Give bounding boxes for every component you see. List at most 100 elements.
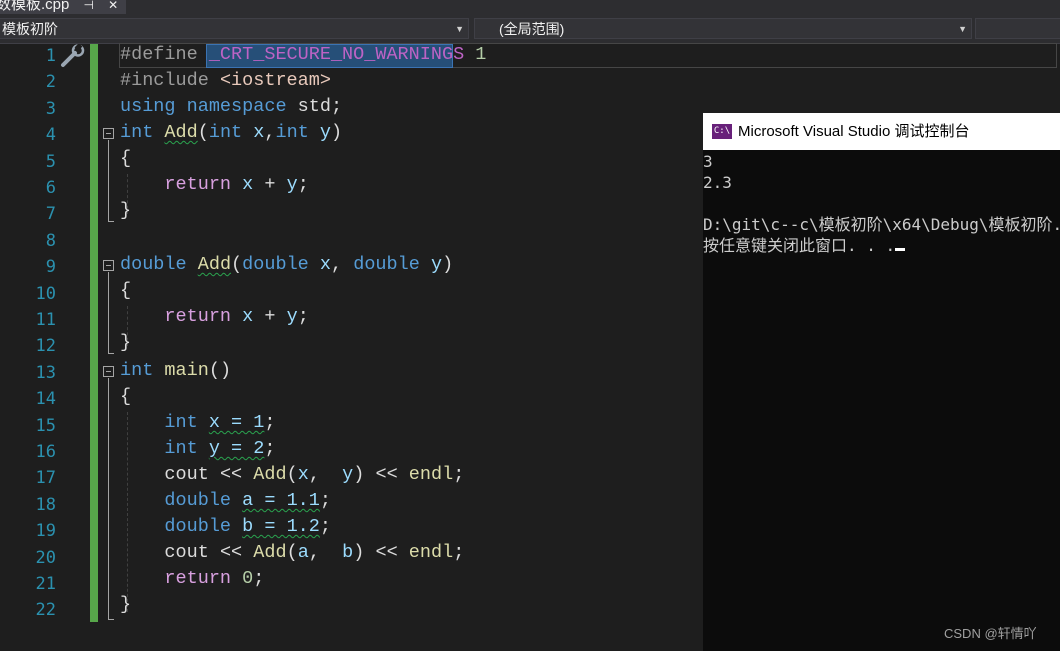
identifier: std — [297, 96, 331, 117]
document-tab-bar: 数模板.cpp ⊣ ✕ — [0, 0, 1060, 14]
code-line-1[interactable]: #define _CRT_SECURE_NO_WARNINGS 1 — [120, 42, 486, 68]
members-dropdown[interactable] — [975, 18, 1060, 39]
keyword: return — [164, 174, 232, 195]
code-line-7[interactable]: } — [120, 198, 131, 224]
number-literal: 0 — [242, 568, 254, 589]
keyword: return — [164, 306, 232, 327]
close-tab-icon[interactable]: ✕ — [108, 0, 118, 12]
line-number: 4 — [45, 125, 56, 146]
line-number: 5 — [45, 151, 56, 172]
debug-console-window[interactable]: C:\ Microsoft Visual Studio 调试控制台 3 2.3 D:… — [703, 113, 1060, 651]
variable: b — [342, 542, 354, 563]
fold-toggle-icon[interactable] — [103, 260, 114, 271]
line-number: 21 — [35, 574, 56, 594]
brace: { — [120, 148, 132, 169]
keyword: int — [164, 412, 198, 433]
code-line-5[interactable]: { — [120, 146, 131, 172]
brace: { — [120, 386, 132, 407]
keyword: int — [208, 122, 243, 143]
document-tab-title: 数模板.cpp — [0, 0, 70, 13]
code-line-18[interactable]: double a = 1.1; — [120, 488, 331, 514]
code-line-15[interactable]: int x = 1; — [120, 410, 275, 436]
code-line-3[interactable]: using namespace std; — [120, 94, 342, 120]
code-line-16[interactable]: int y = 2; — [120, 436, 275, 462]
project-dropdown[interactable]: 模板初阶 ▼ — [0, 18, 469, 39]
code-line-4[interactable]: int Add(int x,int y) — [120, 120, 342, 146]
identifier: cout — [164, 542, 209, 563]
code-line-22[interactable]: } — [120, 592, 131, 618]
function-name: Add — [253, 464, 287, 485]
identifier: endl — [408, 542, 454, 563]
watermark: CSDN @轩情吖 — [944, 626, 1037, 641]
keyword: double — [164, 516, 232, 537]
code-line-17[interactable]: cout << Add(x, y) << endl; — [120, 462, 464, 488]
punctuation: ; — [253, 568, 265, 589]
line-number: 9 — [45, 257, 56, 278]
code-line-10[interactable]: { — [120, 278, 131, 304]
quick-actions-icon[interactable] — [58, 44, 86, 70]
line-number: 22 — [35, 600, 56, 621]
punctuation: ; — [264, 438, 276, 459]
console-line-text: 3 — [703, 152, 713, 171]
line-number: 8 — [45, 230, 56, 251]
operator: + — [264, 174, 276, 195]
fold-toggle-icon[interactable] — [103, 366, 114, 377]
punctuation: , — [331, 254, 343, 275]
keyword: int — [275, 122, 309, 143]
line-number: 6 — [45, 178, 56, 198]
code-line-13[interactable]: int main() — [120, 358, 231, 384]
punctuation: ( — [286, 542, 298, 563]
console-title-bar[interactable]: C:\ Microsoft Visual Studio 调试控制台 — [703, 113, 1060, 150]
variable: x — [242, 306, 254, 327]
line-number: 16 — [35, 442, 56, 462]
fold-guide-end — [108, 619, 114, 620]
code-line-21[interactable]: return 0; — [120, 566, 264, 592]
code-line-12[interactable]: } — [120, 330, 131, 356]
document-tab[interactable]: 数模板.cpp ⊣ ✕ — [0, 0, 127, 14]
line-number: 3 — [45, 98, 56, 119]
chevron-down-icon: ▼ — [958, 24, 967, 34]
punctuation: ; — [330, 96, 343, 117]
line-number: 2 — [45, 72, 56, 93]
punctuation: ( — [286, 464, 298, 485]
punctuation: ; — [319, 516, 331, 537]
code-line-2[interactable]: #include <iostream> — [120, 68, 331, 94]
identifier: cout — [164, 464, 209, 485]
fold-guide-line — [108, 378, 109, 619]
code-line-14[interactable]: { — [120, 384, 131, 410]
punctuation: () — [208, 360, 232, 381]
keyword: double — [353, 254, 420, 275]
scope-dropdown[interactable]: (全局范围) ▼ — [474, 18, 972, 39]
macro-name: _CRT_SECURE_NO_WARNINGS — [208, 44, 465, 65]
variable: a — [297, 542, 309, 563]
code-line-9[interactable]: double Add(double x, double y) — [120, 252, 453, 278]
fold-toggle-icon[interactable] — [103, 128, 114, 139]
console-app-icon: C:\ — [712, 124, 732, 139]
punctuation: ; — [319, 490, 331, 511]
variable: x — [297, 464, 309, 485]
fold-guide-end — [108, 353, 114, 354]
line-number: 15 — [35, 415, 56, 436]
function-name: Add — [197, 254, 232, 275]
console-line: 2.3 — [703, 172, 1060, 193]
punctuation: ) — [353, 542, 365, 563]
fold-guide-end — [108, 221, 114, 222]
pin-tab-icon[interactable]: ⊣ — [84, 0, 94, 12]
parameter: x — [319, 254, 331, 275]
line-number: 1 — [45, 46, 56, 66]
line-number: 12 — [35, 336, 56, 357]
code-line-6[interactable]: return x + y; — [120, 172, 308, 198]
punctuation: , — [264, 122, 276, 143]
line-number: 18 — [35, 494, 56, 515]
keyword: double — [242, 254, 309, 275]
punctuation: ; — [297, 306, 309, 327]
code-line-20[interactable]: cout << Add(a, b) << endl; — [120, 540, 464, 566]
keyword: namespace — [186, 96, 287, 117]
code-line-11[interactable]: return x + y; — [120, 304, 309, 330]
code-line-19[interactable]: double b = 1.2; — [120, 514, 331, 540]
brace: } — [120, 594, 132, 615]
keyword: int — [120, 122, 154, 143]
project-dropdown-value: 模板初阶 — [2, 21, 58, 37]
line-number: 10 — [35, 283, 56, 304]
